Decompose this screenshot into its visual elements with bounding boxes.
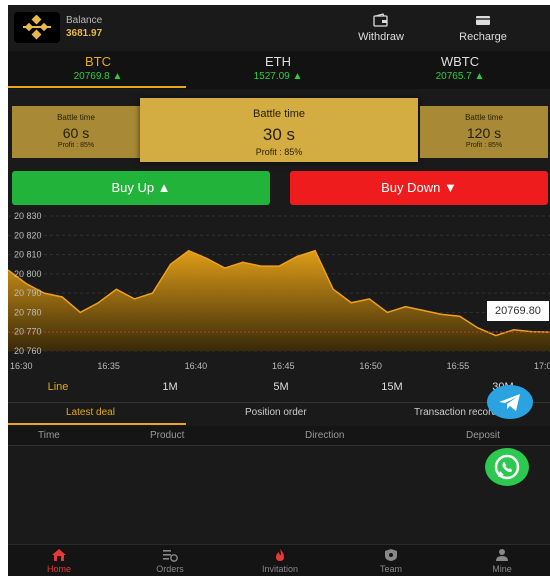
y-tick-label: 20 760: [14, 346, 42, 356]
y-tick-label: 20 820: [14, 230, 42, 240]
nav-label: Team: [379, 564, 402, 574]
battle-profit: Profit : 85%: [255, 147, 303, 157]
home-icon: [52, 549, 66, 561]
fire-icon: [276, 549, 284, 561]
battle-card-120s[interactable]: Battle time 120 s Profit : 85%: [420, 106, 548, 158]
period-tabs: Line 1M 5M 15M 30M: [8, 377, 550, 399]
x-tick-label: 16:50: [359, 361, 382, 371]
coin-name: BTC: [85, 54, 111, 69]
nav-label: Mine: [492, 564, 512, 574]
x-tick-label: 17:00: [534, 361, 550, 371]
y-tick-label: 20 770: [14, 327, 42, 337]
orders-icon: [163, 550, 178, 562]
telegram-icon: [499, 394, 520, 411]
x-tick-label: 16:40: [185, 361, 208, 371]
period-1m[interactable]: 1M: [140, 381, 200, 393]
y-tick-label: 20 830: [14, 211, 42, 221]
recharge-button[interactable]: Recharge: [448, 13, 518, 43]
header: Balance 3681.97 Withdraw Recharge: [8, 5, 550, 50]
active-tab-indicator: [8, 86, 186, 88]
coin-price: 20769.8 ▲: [73, 71, 123, 82]
nav-home[interactable]: Home: [19, 548, 99, 574]
x-tick-label: 16:30: [10, 361, 33, 371]
app-screen: Balance 3681.97 Withdraw Recharge BTC 20…: [8, 5, 550, 576]
battle-profit: Profit : 85%: [465, 142, 503, 149]
tab-position-order[interactable]: Position order: [245, 407, 307, 418]
period-5m[interactable]: 5M: [251, 381, 311, 393]
coin-name: WBTC: [440, 54, 480, 69]
y-tick-label: 20 810: [14, 250, 42, 260]
battle-label: Battle time: [253, 108, 305, 120]
balance-value: 3681.97: [66, 28, 103, 39]
battle-time-selector: Battle time 60 s Profit : 85% Battle tim…: [8, 98, 550, 164]
x-tick-label: 16:55: [447, 361, 470, 371]
balance-label: Balance: [66, 15, 103, 26]
whatsapp-icon: [494, 454, 520, 480]
order-list-tabs: Latest deal Position order Transaction r…: [8, 402, 550, 425]
battle-card-30s[interactable]: Battle time 30 s Profit : 85%: [140, 98, 418, 162]
whatsapp-button[interactable]: [485, 448, 529, 486]
price-chart[interactable]: 20 830 20 820 20 810 20 800 20 790 20 780 20 7…: [8, 208, 550, 373]
price-chart-svg: 20 830 20 820 20 810 20 800 20 790 20 780 20 7…: [8, 211, 550, 371]
nav-label: Invitation: [261, 564, 299, 574]
withdraw-button[interactable]: Withdraw: [346, 13, 416, 43]
battle-label: Battle time: [465, 113, 503, 122]
buy-down-button[interactable]: Buy Down ▼: [290, 171, 548, 205]
battle-label: Battle time: [57, 113, 95, 122]
bottom-nav: Home Orders Invitation Team Mine: [8, 544, 550, 576]
column-deposit: Deposit: [466, 430, 500, 441]
current-price-tag: 20769.80: [487, 301, 549, 321]
coin-price: 1527.09 ▲: [253, 71, 303, 82]
coin-tabs: BTC 20769.8 ▲ ETH 1527.09 ▲ WBTC 20765.7…: [8, 51, 550, 89]
buy-up-button[interactable]: Buy Up ▲: [12, 171, 270, 205]
column-direction: Direction: [305, 430, 345, 441]
active-list-tab-indicator: [8, 423, 186, 425]
user-icon: [496, 549, 508, 561]
tab-wbtc[interactable]: WBTC 20765.7 ▲: [370, 54, 550, 82]
table-header: Time Product Direction Deposit: [8, 426, 550, 446]
coin-name: ETH: [265, 54, 291, 69]
y-tick-label: 20 790: [14, 288, 42, 298]
nav-invitation[interactable]: Invitation: [240, 548, 320, 574]
tab-btc[interactable]: BTC 20769.8 ▲: [8, 54, 188, 82]
telegram-button[interactable]: [487, 385, 533, 419]
x-tick-label: 16:35: [97, 361, 120, 371]
period-line[interactable]: Line: [28, 381, 88, 393]
tab-eth[interactable]: ETH 1527.09 ▲: [188, 54, 368, 82]
battle-card-60s[interactable]: Battle time 60 s Profit : 85%: [12, 106, 140, 158]
coin-price: 20765.7 ▲: [435, 71, 485, 82]
nav-mine[interactable]: Mine: [462, 548, 542, 574]
battle-value: 60 s: [62, 125, 90, 141]
app-logo: [14, 12, 60, 43]
wallet-icon: [373, 13, 388, 27]
column-time: Time: [38, 430, 60, 441]
tab-latest-deal[interactable]: Latest deal: [66, 407, 115, 418]
nav-team[interactable]: Team: [351, 548, 431, 574]
card-icon: [476, 16, 490, 25]
y-tick-label: 20 780: [14, 307, 42, 317]
y-tick-label: 20 800: [14, 269, 42, 279]
nav-label: Orders: [156, 564, 184, 574]
period-15m[interactable]: 15M: [362, 381, 422, 393]
battle-value: 120 s: [466, 125, 502, 141]
nav-orders[interactable]: Orders: [130, 548, 210, 574]
team-icon: [385, 549, 397, 561]
battle-value: 30 s: [262, 125, 296, 144]
nav-label: Home: [46, 564, 71, 574]
x-tick-label: 16:45: [272, 361, 295, 371]
withdraw-label: Withdraw: [358, 31, 404, 43]
column-product: Product: [150, 430, 185, 441]
recharge-label: Recharge: [459, 31, 507, 43]
battle-profit: Profit : 85%: [57, 142, 95, 149]
logo-icon: [23, 15, 51, 40]
